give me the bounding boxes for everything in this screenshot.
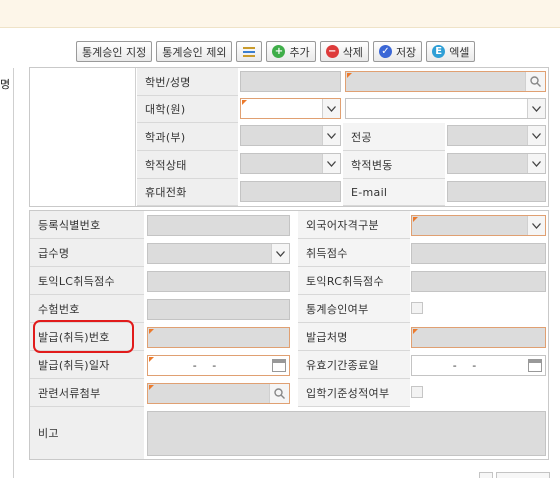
save-label: 저장: [395, 45, 417, 59]
issuer-label: 발급처명: [298, 323, 410, 351]
lang-cert-type-label: 외국어자격구분: [298, 211, 410, 239]
photo-area: [30, 68, 136, 206]
list-settings-button[interactable]: [236, 41, 263, 62]
delete-button[interactable]: − 삭제: [319, 41, 369, 62]
student-name-search-field[interactable]: [345, 71, 546, 92]
left-side-tab-label: 명: [0, 78, 11, 91]
highlight-annotation: [33, 320, 134, 353]
remarks-textarea[interactable]: [147, 411, 546, 456]
status-change-label: 학적변동: [343, 151, 445, 179]
add-label: 추가: [289, 45, 310, 59]
lang-cert-type-select[interactable]: [411, 215, 546, 236]
status-select[interactable]: [240, 153, 341, 174]
issue-date-field[interactable]: - -: [147, 355, 290, 376]
mobile-field[interactable]: [240, 181, 341, 202]
college-label: 대학(원): [137, 96, 238, 123]
chevron-down-icon: [527, 216, 545, 235]
admission-grade-checkbox[interactable]: [411, 386, 423, 398]
search-icon: [530, 76, 541, 87]
save-button[interactable]: ✓ 저장: [372, 41, 423, 62]
toeic-lc-field[interactable]: [147, 271, 290, 292]
bottom-button-stub[interactable]: [479, 472, 493, 478]
issue-no-field[interactable]: [147, 327, 290, 348]
email-label: E-mail: [343, 179, 445, 206]
bottom-button-stub-2[interactable]: [496, 472, 550, 478]
expiry-date-label: 유효기간종료일: [298, 351, 410, 379]
toeic-rc-field[interactable]: [411, 271, 546, 292]
top-banner: [0, 0, 560, 28]
issue-date-label: 발급(취득)일자: [30, 351, 144, 379]
excel-label: 엑셀: [449, 45, 470, 59]
email-field[interactable]: [447, 181, 546, 202]
score-field[interactable]: [411, 243, 546, 264]
action-toolbar: 통계승인 지정 통계승인 제외 + 추가 − 삭제 ✓ 저장 E 엑셀: [76, 41, 476, 63]
calendar-icon[interactable]: [272, 359, 286, 372]
chevron-down-icon: [322, 154, 340, 173]
plus-icon: +: [272, 45, 286, 58]
add-button[interactable]: + 추가: [266, 41, 316, 62]
stat-approved-label: 통계승인여부: [298, 295, 410, 323]
score-label: 취득점수: [298, 239, 410, 267]
exam-no-label: 수험번호: [30, 295, 144, 323]
excel-button[interactable]: E 엑셀: [426, 41, 476, 62]
id-name-label: 학번/성명: [137, 68, 238, 96]
exam-no-field[interactable]: [147, 299, 290, 320]
chevron-down-icon: [527, 154, 545, 173]
reg-id-label: 등록식별번호: [30, 211, 144, 239]
college-select[interactable]: [240, 98, 341, 119]
left-side-tab[interactable]: [0, 68, 14, 478]
admission-grade-label: 입학기준성적여부: [298, 379, 410, 407]
remarks-label: 비고: [30, 407, 144, 459]
chevron-down-icon: [271, 244, 289, 263]
calendar-icon[interactable]: [528, 359, 542, 372]
stat-approved-checkbox[interactable]: [411, 302, 423, 314]
issue-date-value: - -: [192, 359, 223, 372]
attachment-label: 관련서류첨부: [30, 379, 144, 407]
reg-id-field[interactable]: [147, 215, 290, 236]
minus-icon: −: [325, 45, 339, 58]
mobile-label: 휴대전화: [137, 179, 238, 206]
grade-name-label: 급수명: [30, 239, 144, 267]
excel-icon: E: [432, 45, 446, 58]
expiry-date-value: - -: [452, 359, 483, 372]
approve-exclude-label: 통계승인 제외: [162, 45, 227, 59]
approve-assign-button[interactable]: 통계승인 지정: [76, 41, 153, 62]
search-button[interactable]: [525, 72, 545, 91]
list-lines-icon: [243, 46, 256, 57]
expiry-date-field[interactable]: - -: [411, 355, 546, 376]
issuer-field[interactable]: [411, 327, 546, 348]
search-icon: [274, 388, 285, 399]
approve-assign-label: 통계승인 지정: [82, 45, 147, 59]
delete-label: 삭제: [342, 45, 363, 59]
attachment-field[interactable]: [147, 383, 290, 404]
student-id-field[interactable]: [240, 71, 341, 92]
toeic-lc-label: 토익LC취득점수: [30, 267, 144, 295]
check-icon: ✓: [378, 45, 392, 58]
approve-exclude-button[interactable]: 통계승인 제외: [156, 41, 233, 62]
status-change-select[interactable]: [447, 153, 546, 174]
college-sub-select[interactable]: [345, 98, 546, 119]
status-label: 학적상태: [137, 151, 238, 179]
toeic-rc-label: 토익RC취득점수: [298, 267, 410, 295]
major-label: 전공: [343, 123, 445, 151]
chevron-down-icon: [322, 126, 340, 145]
grade-name-select[interactable]: [147, 243, 290, 264]
chevron-down-icon: [527, 126, 545, 145]
chevron-down-icon: [527, 99, 545, 118]
department-label: 학과(부): [137, 123, 238, 151]
major-select[interactable]: [447, 125, 546, 146]
department-select[interactable]: [240, 125, 341, 146]
attachment-search-button[interactable]: [269, 384, 289, 403]
chevron-down-icon: [322, 99, 340, 118]
